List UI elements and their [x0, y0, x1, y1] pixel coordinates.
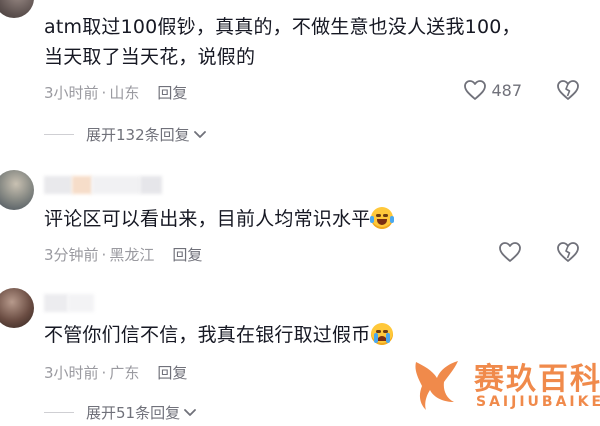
chevron-down-icon: [184, 408, 196, 417]
whale-tail-logo-icon: [415, 361, 458, 410]
divider: [44, 134, 74, 135]
reply-button[interactable]: 回复: [172, 244, 202, 265]
heart-outline-icon: [463, 79, 487, 101]
meta-separator: ·: [101, 245, 107, 264]
comment-text-content: 评论区可以看出来，目前人均常识水平: [44, 208, 371, 230]
avatar[interactable]: [0, 0, 34, 18]
watermark-text: 赛玖百科: [474, 362, 600, 397]
comment-text-content: 不管你们信不信，我真在银行取过假币: [44, 324, 371, 346]
comment-meta: 3小时前 · 山东 回复: [44, 82, 187, 103]
like-button[interactable]: [498, 241, 522, 263]
username-blurred: [44, 294, 94, 312]
comment-meta: 3小时前 · 广东 回复: [44, 362, 187, 383]
comment-text-line: atm取过100假钞，真真的，不做生意也没人送我100，: [44, 16, 521, 38]
comment-time: 3小时前: [44, 364, 99, 382]
comment-actions: [498, 241, 580, 263]
expand-replies-label: 展开51条回复: [86, 404, 181, 422]
laughing-crying-emoji: [370, 207, 395, 229]
comment-meta: 3分钟前 · 黑龙江 回复: [44, 244, 202, 265]
watermark-subtext: SAIJIUBAIKE: [476, 394, 600, 410]
expand-replies-button[interactable]: 展开132条回复: [44, 124, 206, 145]
comment-text: 不管你们信不信，我真在银行取过假币: [44, 320, 394, 350]
avatar[interactable]: [0, 170, 34, 210]
comment-actions: 487: [463, 79, 580, 101]
meta-separator: ·: [101, 83, 107, 102]
broken-heart-outline-icon[interactable]: [556, 79, 580, 101]
like-button[interactable]: 487: [463, 79, 522, 101]
comment-location: 广东: [109, 364, 140, 382]
heart-outline-icon: [498, 241, 522, 263]
chevron-down-icon: [193, 130, 206, 139]
reply-button[interactable]: 回复: [157, 362, 187, 383]
reply-button[interactable]: 回复: [157, 82, 187, 103]
crying-emoji: [371, 323, 394, 345]
comment-text: 评论区可以看出来，目前人均常识水平: [44, 204, 395, 234]
comment-location: 山东: [109, 84, 140, 102]
comment-location: 黑龙江: [109, 246, 155, 264]
divider: [44, 412, 74, 413]
avatar[interactable]: [0, 288, 34, 328]
comment-item: atm取过100假钞，真真的，不做生意也没人送我100， 当天取了当天花，说假的…: [0, 0, 600, 160]
comment-item: 评论区可以看出来，目前人均常识水平 3分钟前 · 黑龙江 回复: [0, 168, 600, 278]
username-blurred: [44, 176, 162, 194]
comment-text-line: 当天取了当天花，说假的: [44, 46, 256, 68]
like-count: 487: [491, 80, 522, 100]
watermark-logo: 赛玖百科 SAIJIUBAIKE: [410, 352, 600, 414]
broken-heart-outline-icon[interactable]: [556, 241, 580, 263]
meta-separator: ·: [101, 363, 107, 382]
expand-replies-label: 展开132条回复: [86, 126, 190, 144]
comment-time: 3小时前: [44, 84, 99, 102]
comment-time: 3分钟前: [44, 246, 99, 264]
expand-replies-button[interactable]: 展开51条回复: [44, 402, 196, 423]
